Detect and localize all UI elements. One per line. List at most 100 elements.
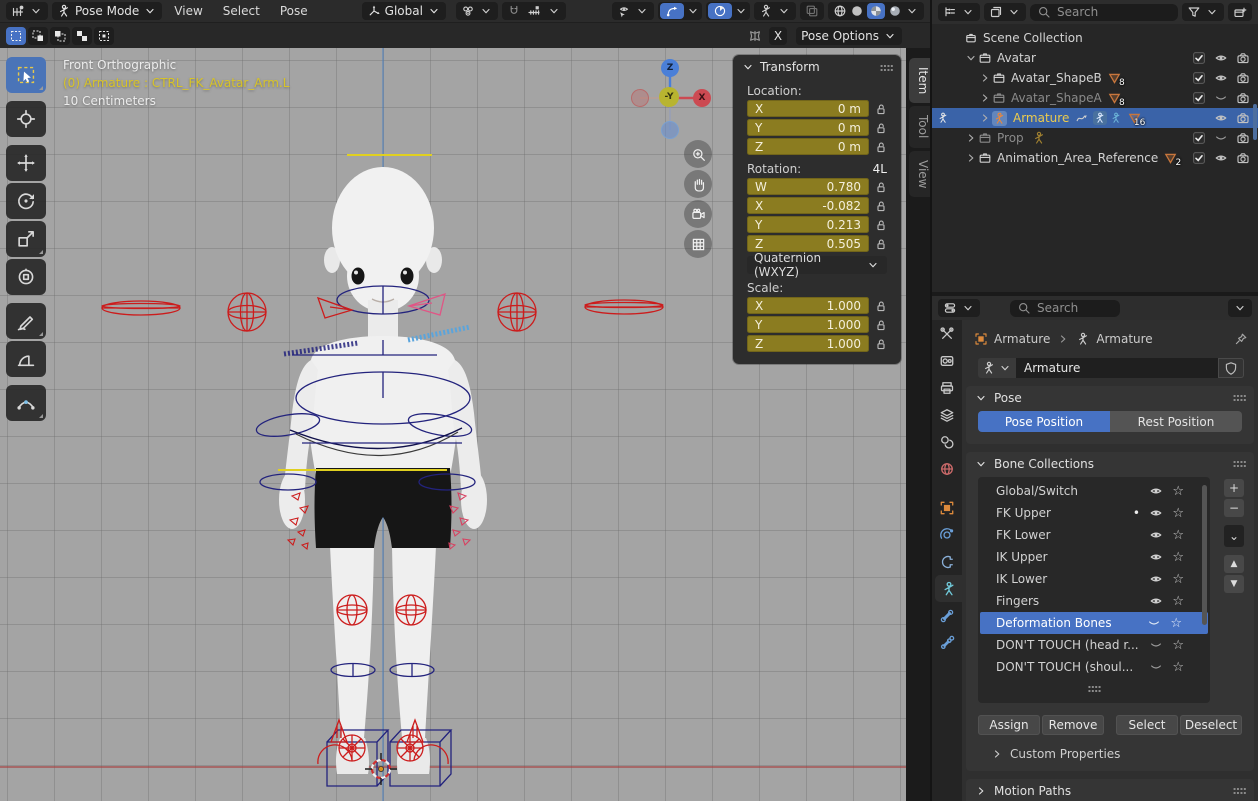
chevron-down-icon[interactable]	[905, 4, 919, 18]
transform-value-field[interactable]: Z0 m	[747, 138, 869, 155]
lock-open-icon[interactable]	[869, 237, 893, 251]
deselect-button[interactable]: Deselect	[1180, 715, 1242, 735]
shading-material-button[interactable]	[867, 3, 885, 19]
visibility-eye-toggle[interactable]	[1149, 572, 1163, 586]
select-button[interactable]: Select	[1116, 715, 1178, 735]
properties-tab-bone-constraint[interactable]	[932, 629, 962, 656]
visibility-eye-toggle[interactable]	[1149, 484, 1163, 498]
pin-icon[interactable]	[1234, 332, 1248, 346]
properties-tab-object[interactable]	[932, 494, 962, 521]
bone-collection-row[interactable]: DON'T TOUCH (shoul...☆	[978, 656, 1210, 678]
tool-cursor-button[interactable]	[6, 101, 46, 137]
id-type-dropdown[interactable]	[978, 358, 1016, 378]
exclude-checkbox[interactable]	[1192, 51, 1206, 65]
pivot-point-dropdown[interactable]	[456, 2, 498, 20]
hide-eye-toggle[interactable]	[1214, 111, 1228, 125]
properties-search-input[interactable]: Search	[1010, 300, 1120, 317]
pan-hand-button[interactable]	[684, 170, 712, 198]
transform-value-field[interactable]: Z0.505	[747, 235, 869, 252]
exclude-checkbox[interactable]	[1192, 131, 1206, 145]
drag-handle-icon[interactable]: ::::	[1232, 784, 1246, 797]
expander-icon[interactable]	[978, 91, 992, 105]
lock-open-icon[interactable]	[869, 140, 893, 154]
exclude-checkbox[interactable]	[1192, 71, 1206, 85]
lock-open-icon[interactable]	[869, 218, 893, 232]
object-visibility-dropdown[interactable]	[612, 2, 654, 20]
transform-value-field[interactable]: Z1.000	[747, 335, 869, 352]
transform-panel-header[interactable]: Transform ::::	[733, 55, 901, 79]
select-mode-set-button[interactable]	[6, 27, 26, 45]
remove-button[interactable]: Remove	[1042, 715, 1104, 735]
mirror-x-butterfly-icon[interactable]	[748, 29, 762, 43]
breadcrumb-object[interactable]: Armature	[994, 332, 1050, 346]
outliner-filter-mode-dropdown[interactable]	[984, 3, 1026, 21]
bone-collection-row[interactable]: Global/Switch☆	[978, 480, 1210, 502]
menu-pose[interactable]: Pose	[272, 4, 316, 18]
visibility-eye-toggle[interactable]	[1149, 594, 1163, 608]
pose-position-button[interactable]: Pose Position	[978, 411, 1110, 432]
visibility-eye-toggle[interactable]	[1149, 660, 1163, 674]
mirror-x-button[interactable]: X	[769, 27, 787, 45]
list-resize-handle[interactable]: ::::	[978, 682, 1210, 695]
outliner-row[interactable]: Avatar_ShapeA8	[932, 88, 1258, 108]
id-name-field[interactable]: Armature	[1016, 358, 1218, 378]
properties-tab-tool[interactable]	[932, 320, 962, 347]
editor-type-button[interactable]	[6, 2, 48, 20]
properties-tab-physics[interactable]	[932, 521, 962, 548]
properties-tab-scene[interactable]	[932, 428, 962, 455]
properties-tab-constraint[interactable]	[932, 548, 962, 575]
hide-eye-toggle[interactable]	[1214, 131, 1228, 145]
transform-value-field[interactable]: Y0.213	[747, 216, 869, 233]
toggle-xray-button[interactable]	[800, 2, 824, 20]
list-scrollbar[interactable]	[1202, 485, 1207, 625]
transform-value-field[interactable]: Y0 m	[747, 119, 869, 136]
transform-value-field[interactable]: W0.780	[747, 178, 869, 195]
transform-value-field[interactable]: X1.000	[747, 297, 869, 314]
rest-position-button[interactable]: Rest Position	[1110, 411, 1242, 432]
sidebar-tab-view[interactable]: View	[909, 151, 930, 197]
show-overlays-toggle[interactable]	[708, 3, 732, 19]
expander-icon[interactable]	[978, 111, 992, 125]
tool-breakdowner-button[interactable]	[6, 385, 46, 421]
assign-button[interactable]: Assign	[978, 715, 1040, 735]
axis-neg-y-ball[interactable]: -Y	[659, 87, 679, 107]
camera-view-button[interactable]	[684, 200, 712, 228]
solo-star-toggle[interactable]: ☆	[1172, 506, 1184, 521]
viewport-3d[interactable]: Front Orthographic (0) Armature : CTRL_F…	[0, 48, 906, 801]
solo-star-toggle[interactable]: ☆	[1170, 616, 1182, 631]
select-mode-subtract-button[interactable]	[50, 27, 70, 45]
outliner-row[interactable]: Avatar_ShapeB8	[932, 68, 1258, 88]
bone-collection-row[interactable]: IK Lower☆	[978, 568, 1210, 590]
bone-collection-row[interactable]: IK Upper☆	[978, 546, 1210, 568]
properties-tab-world[interactable]	[932, 455, 962, 482]
hide-eye-toggle[interactable]	[1214, 71, 1228, 85]
sidebar-tab-tool[interactable]: Tool	[909, 106, 930, 147]
rotation-mode-dropdown[interactable]: Quaternion (WXYZ)	[747, 256, 887, 274]
new-collection-button[interactable]	[1228, 3, 1252, 21]
move-down-button[interactable]: ▼	[1224, 575, 1244, 593]
tool-move-button[interactable]	[6, 145, 46, 181]
disable-render-toggle[interactable]	[1236, 91, 1250, 105]
bone-collection-row[interactable]: FK Upper•☆	[978, 502, 1210, 524]
outliner-search-input[interactable]: Search	[1030, 4, 1178, 21]
move-up-button[interactable]: ▲	[1224, 555, 1244, 573]
sidebar-tab-item[interactable]: Item	[909, 58, 930, 103]
bone-collections-header[interactable]: Bone Collections ::::	[966, 452, 1254, 475]
outliner-row[interactable]: Avatar	[932, 48, 1258, 68]
lock-open-icon[interactable]	[869, 180, 893, 194]
ortho-grid-button[interactable]	[684, 230, 712, 258]
exclude-checkbox[interactable]	[1192, 151, 1206, 165]
tool-scale-button[interactable]	[6, 221, 46, 257]
transform-value-field[interactable]: Y1.000	[747, 316, 869, 333]
outliner-row[interactable]: Prop	[932, 128, 1258, 148]
pose-options-dropdown[interactable]: Pose Options	[796, 27, 902, 45]
disable-render-toggle[interactable]	[1236, 51, 1250, 65]
shading-wireframe-icon[interactable]	[833, 4, 847, 18]
tool-transform-button[interactable]	[6, 259, 46, 295]
outliner-row[interactable]: Scene Collection	[932, 28, 1258, 48]
exclude-checkbox[interactable]	[1192, 91, 1206, 105]
expander-icon[interactable]	[978, 71, 992, 85]
lock-open-icon[interactable]	[869, 337, 893, 351]
lock-open-icon[interactable]	[869, 199, 893, 213]
pose-display-dropdown[interactable]	[754, 2, 796, 20]
